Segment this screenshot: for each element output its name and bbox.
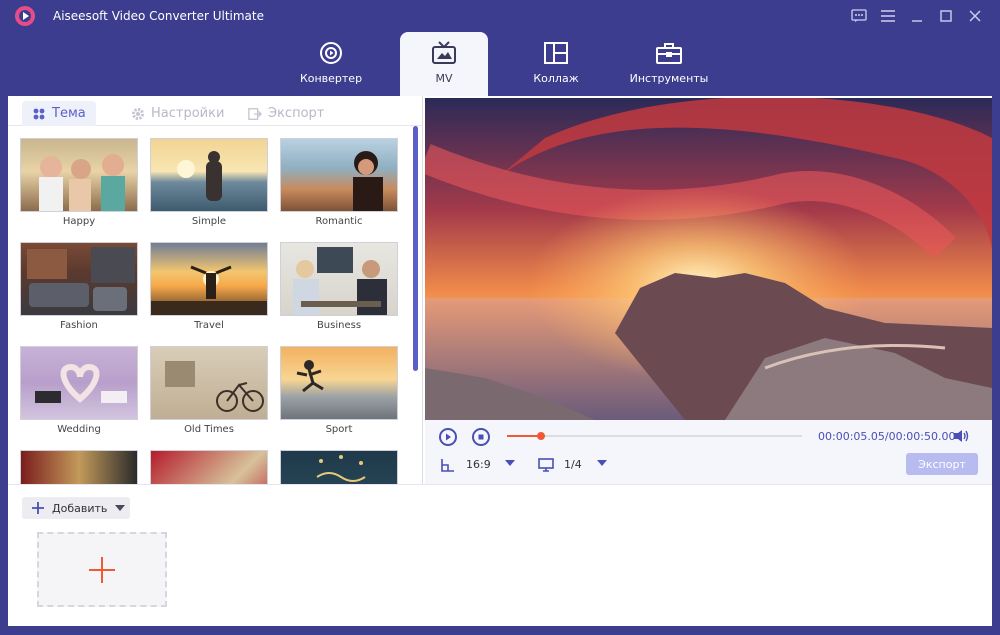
theme-romantic[interactable]: Romantic bbox=[280, 138, 400, 234]
add-button[interactable]: Добавить bbox=[22, 497, 130, 519]
theme-thumbnail bbox=[20, 138, 138, 212]
plus-icon bbox=[32, 502, 44, 514]
theme-business[interactable]: Business bbox=[280, 242, 400, 338]
add-button-label: Добавить bbox=[52, 501, 108, 515]
theme-thumbnail bbox=[280, 138, 398, 212]
toolbox-icon bbox=[656, 40, 682, 66]
monitor-icon bbox=[538, 458, 554, 472]
theme-label: Travel bbox=[194, 320, 224, 331]
theme-gift[interactable] bbox=[150, 450, 270, 484]
progress-track[interactable] bbox=[507, 432, 802, 440]
subtab-export[interactable]: Экспорт bbox=[248, 101, 324, 126]
menu-icon[interactable] bbox=[879, 7, 897, 25]
theme-simple[interactable]: Simple bbox=[150, 138, 270, 234]
theme-thumbnail bbox=[280, 346, 398, 420]
theme-label: Simple bbox=[191, 216, 227, 227]
time-display: 00:00:05.05/00:00:50.00 bbox=[818, 430, 956, 443]
tab-collage[interactable]: Коллаж bbox=[512, 32, 600, 96]
export-icon bbox=[248, 107, 262, 121]
tv-icon bbox=[431, 40, 457, 66]
theme-old-times[interactable]: Old Times bbox=[150, 346, 270, 442]
chevron-down-icon[interactable] bbox=[505, 460, 515, 466]
maximize-icon[interactable] bbox=[937, 7, 955, 25]
theme-thumbnail bbox=[20, 242, 138, 316]
theme-label: Sport bbox=[325, 424, 353, 435]
video-preview bbox=[425, 98, 992, 420]
app-logo-icon bbox=[15, 6, 35, 26]
player-controls: 00:00:05.05/00:00:50.00 16:9 1/4 Экспорт bbox=[425, 420, 992, 484]
theme-travel[interactable]: Travel bbox=[150, 242, 270, 338]
theme-fashion[interactable]: Fashion bbox=[20, 242, 140, 338]
theme-label: Happy bbox=[62, 216, 96, 227]
theme-thumbnail bbox=[150, 138, 268, 212]
subtab-label: Тема bbox=[52, 106, 86, 121]
play-button[interactable] bbox=[439, 428, 457, 446]
theme-thumbnail bbox=[150, 346, 268, 420]
aspect-ratio-value[interactable]: 16:9 bbox=[466, 458, 491, 471]
theme-label: Old Times bbox=[184, 424, 234, 435]
page-indicator[interactable]: 1/4 bbox=[564, 458, 582, 471]
stop-button[interactable] bbox=[472, 428, 490, 446]
chevron-down-icon[interactable] bbox=[597, 460, 607, 466]
theme-thumbnail bbox=[150, 450, 268, 484]
app-window: Aiseesoft Video Converter Ultimate Конве… bbox=[0, 0, 1000, 635]
tab-label: Инструменты bbox=[629, 72, 709, 85]
theme-label: Wedding bbox=[57, 424, 101, 435]
subtab-label: Настройки bbox=[151, 106, 225, 121]
main-panel: Тема Настройки Экспорт Happy Simple Roma… bbox=[8, 96, 992, 626]
aspect-ratio-icon bbox=[441, 459, 454, 472]
theme-panel: Тема Настройки Экспорт Happy Simple Roma… bbox=[8, 96, 423, 484]
tab-mv[interactable]: MV bbox=[400, 32, 488, 96]
main-tabs: Конвертер MV Коллаж Инструменты bbox=[0, 32, 1000, 96]
theme-wedding[interactable]: Wedding bbox=[20, 346, 140, 442]
grid-icon bbox=[32, 107, 46, 121]
tab-tools[interactable]: Инструменты bbox=[625, 32, 713, 96]
sub-tabs: Тема Настройки Экспорт bbox=[8, 96, 423, 126]
feedback-icon[interactable] bbox=[850, 7, 868, 25]
tab-converter[interactable]: Конвертер bbox=[287, 32, 375, 96]
collage-icon bbox=[543, 40, 569, 66]
close-icon[interactable] bbox=[966, 7, 984, 25]
theme-thumbnail bbox=[280, 450, 398, 484]
tab-label: MV bbox=[435, 72, 453, 85]
gear-icon bbox=[131, 107, 145, 121]
theme-label: Business bbox=[316, 320, 362, 331]
theme-scrollbar[interactable] bbox=[413, 126, 418, 371]
theme-happy[interactable]: Happy bbox=[20, 138, 140, 234]
theme-label: Romantic bbox=[315, 216, 363, 227]
title-bar: Aiseesoft Video Converter Ultimate bbox=[0, 0, 1000, 32]
theme-merry[interactable] bbox=[280, 450, 400, 484]
tab-label: Коллаж bbox=[533, 72, 579, 85]
subtab-settings[interactable]: Настройки bbox=[131, 101, 224, 126]
theme-sport[interactable]: Sport bbox=[280, 346, 400, 442]
theme-label: Fashion bbox=[60, 320, 98, 331]
theme-christmas[interactable] bbox=[20, 450, 140, 484]
chevron-down-icon[interactable] bbox=[115, 505, 126, 511]
app-title: Aiseesoft Video Converter Ultimate bbox=[53, 9, 264, 23]
theme-thumbnail bbox=[20, 346, 138, 420]
theme-grid: Happy Simple Romantic Fashion Travel Bus… bbox=[18, 136, 413, 484]
subtab-label: Экспорт bbox=[268, 106, 325, 121]
plus-icon bbox=[89, 557, 115, 583]
add-file-dropzone[interactable] bbox=[37, 532, 167, 607]
convert-icon bbox=[318, 40, 344, 66]
export-button[interactable]: Экспорт bbox=[906, 453, 978, 475]
progress-fill bbox=[507, 435, 541, 437]
theme-thumbnail bbox=[20, 450, 138, 484]
minimize-icon[interactable] bbox=[908, 7, 926, 25]
subtab-theme[interactable]: Тема bbox=[22, 101, 96, 126]
theme-thumbnail bbox=[280, 242, 398, 316]
media-area: Добавить bbox=[8, 484, 992, 626]
theme-thumbnail bbox=[150, 242, 268, 316]
volume-icon[interactable] bbox=[952, 428, 970, 444]
tab-label: Конвертер bbox=[299, 72, 363, 85]
progress-knob[interactable] bbox=[536, 432, 545, 440]
